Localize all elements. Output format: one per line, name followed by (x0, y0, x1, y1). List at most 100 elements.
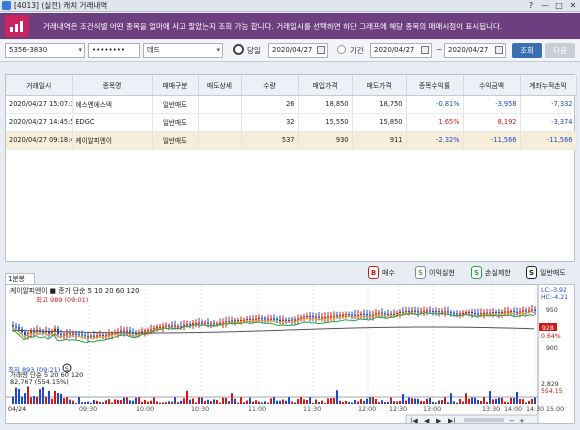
volume-bar (504, 401, 506, 404)
end-date-field[interactable]: 2020/04/27 (444, 43, 506, 58)
help-button[interactable]: ? (524, 0, 538, 11)
candle-body (483, 312, 485, 314)
calendar-icon[interactable] (421, 46, 429, 54)
candle-body (486, 312, 488, 314)
volume-bar (297, 399, 299, 404)
table-row-selected[interactable]: 2020/04/27 09:18:48 케이알피엔이 일반매도 537 930 … (6, 131, 577, 150)
cell-buy: 15,550 (298, 113, 353, 132)
volume-bar (387, 401, 389, 404)
hc-label: HC:-4.21 (541, 294, 568, 301)
volume-bar (168, 401, 170, 404)
volume-bar (363, 400, 365, 404)
volume-bar (327, 398, 329, 404)
candle-body (420, 311, 422, 313)
close-button[interactable]: ✕ (566, 0, 580, 11)
volume-bar (510, 397, 512, 404)
x-tick-label: 11:30 (303, 406, 321, 413)
volume-bar (171, 401, 173, 404)
col-header-detail[interactable]: 매도상세 (198, 75, 242, 96)
scroll-last-icon[interactable]: ▶| (448, 417, 456, 424)
chart-icon (5, 15, 29, 37)
volume-bar (165, 402, 167, 404)
period-radio-icon[interactable] (337, 45, 346, 54)
calendar-icon[interactable] (317, 46, 325, 54)
candle-body (282, 319, 284, 321)
cell-detail (198, 95, 242, 114)
candle-body (444, 311, 446, 313)
col-header-rate[interactable]: 종목수익률 (406, 75, 464, 96)
maximize-button[interactable]: □ (552, 0, 566, 11)
candle-body (507, 311, 509, 313)
col-header-sell[interactable]: 매도가격 (352, 75, 407, 96)
col-header-buy[interactable]: 매입가격 (298, 75, 353, 96)
col-header-cum[interactable]: 계좌누적손익 (520, 75, 577, 96)
chevron-down-icon: ▾ (78, 46, 82, 54)
table-row[interactable]: 2020/04/27 15:07:31 에스엔에스텍 일반매도 26 18,85… (6, 95, 577, 114)
start-date-field[interactable]: 2020/04/27 (370, 43, 432, 58)
candle-body (378, 312, 380, 314)
candle-body (144, 330, 146, 332)
volume-bar (240, 397, 242, 404)
cell-rate: 1.65% (406, 113, 464, 132)
volume-bar (426, 398, 428, 404)
candle-body (411, 310, 413, 312)
candle-body (522, 310, 524, 312)
price-pct: 0.64% (541, 333, 561, 340)
zoom-out-icon[interactable]: − (509, 417, 515, 424)
candle-body (477, 313, 479, 315)
volume-bar (102, 402, 104, 404)
volume-bar (351, 402, 353, 404)
candle-body (387, 313, 389, 315)
volume-bar (330, 398, 332, 404)
password-field[interactable]: •••••••• (88, 43, 140, 58)
volume-bar (441, 400, 443, 404)
candle-body (456, 313, 458, 315)
zoom-in-icon[interactable]: + (519, 417, 525, 424)
price-chart[interactable]: 케이알피엔이 ■ 종가 단순 5 10 20 60 120 최고 989 (09… (5, 284, 575, 424)
table-row[interactable]: 2020/04/27 14:45:52 EDGC 일반매도 32 15,550 … (6, 113, 577, 132)
minimize-button[interactable]: — (538, 0, 552, 11)
col-header-name[interactable]: 종목명 (72, 75, 153, 96)
volume-bar (318, 401, 320, 404)
banner-message: 거래내역은 조건식별 어떤 종목을 얼마에 사고 팔았는지 조회 가능 합니다.… (43, 21, 503, 31)
candle-body (513, 311, 515, 313)
volume-bar (213, 399, 215, 404)
account-select[interactable]: 5356-3830 ▾ (5, 43, 85, 58)
volume-bar (177, 402, 179, 404)
scroll-first-icon[interactable]: |◀ (410, 417, 418, 424)
today-date-field[interactable]: 2020/04/27 (268, 43, 328, 58)
volume-bar (312, 402, 314, 404)
search-button[interactable]: 조회 (512, 43, 542, 58)
volume-bar (93, 400, 95, 404)
volume-bar (57, 393, 59, 404)
volume-bar (375, 399, 377, 404)
calendar-icon[interactable] (495, 46, 503, 54)
today-date-value: 2020/04/27 (272, 46, 313, 54)
volume-bar (294, 402, 296, 404)
col-header-amount[interactable]: 수익금액 (463, 75, 521, 96)
volume-bar (522, 399, 524, 404)
scroll-next-icon[interactable]: ▶ (436, 417, 442, 424)
lc-label: LC:-3.92 (541, 287, 567, 294)
col-header-type[interactable]: 매매구분 (152, 75, 199, 96)
next-button[interactable]: 다음 (545, 43, 575, 58)
tab-1min[interactable]: 1분봉 (5, 273, 35, 284)
candle-body (255, 318, 257, 320)
x-tick-label: 12:00 (358, 406, 376, 413)
volume-bar (516, 391, 518, 404)
start-date-value: 2020/04/27 (374, 46, 415, 54)
volume-bar (354, 399, 356, 404)
col-header-qty[interactable]: 수량 (241, 75, 299, 96)
today-radio-icon[interactable] (233, 44, 244, 55)
legend-buy-label: 매수 (382, 268, 395, 277)
volume-bar (138, 397, 140, 404)
candle-body (459, 313, 461, 315)
col-header-time[interactable]: 거래일시 (6, 75, 73, 96)
condition-select[interactable]: 데드 ▾ (143, 43, 223, 58)
scroll-prev-icon[interactable]: ◀ (424, 417, 430, 424)
candle-body (336, 315, 338, 317)
scroll-thumb[interactable] (464, 418, 504, 422)
candle-body (180, 326, 182, 328)
volume-bar (219, 402, 221, 404)
candle-body (453, 312, 455, 314)
